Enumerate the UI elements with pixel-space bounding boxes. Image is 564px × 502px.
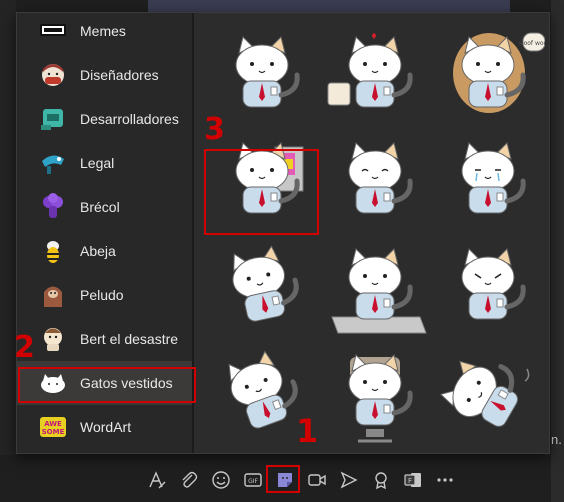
praise-icon[interactable] xyxy=(370,469,392,491)
annotation-box-category xyxy=(18,367,196,403)
svg-text:GIF: GIF xyxy=(248,478,258,485)
forms-icon[interactable]: F xyxy=(402,469,424,491)
broccoli-sticker-icon xyxy=(39,193,67,221)
category-bert-el-desastre[interactable]: Bert el desastre xyxy=(17,317,192,361)
category-legal[interactable]: Legal xyxy=(17,141,192,185)
cat-on-keyboard-sticker[interactable] xyxy=(322,243,432,343)
cat-in-office-chair-sticker[interactable] xyxy=(322,349,432,449)
cat-angry-sticker[interactable] xyxy=(435,243,545,343)
more-icon[interactable] xyxy=(434,469,456,491)
truncated-message-text: n. xyxy=(551,432,562,447)
meet-now-icon[interactable] xyxy=(306,469,328,491)
conversation-background-top xyxy=(148,0,510,12)
cat-in-dog-costume-sticker[interactable]: woof woof xyxy=(435,31,549,131)
furry-sticker-icon xyxy=(39,281,67,309)
conversation-background-left xyxy=(0,0,16,455)
annotation-number-one: 1 xyxy=(296,412,319,450)
cat-in-shirt-sticker[interactable] xyxy=(209,31,319,131)
legal-sticker-icon xyxy=(39,149,67,177)
category-label: Diseñadores xyxy=(80,67,159,83)
annotation-number-two: 2 xyxy=(14,330,35,365)
annotation-box-sticker xyxy=(204,149,319,235)
cat-laughing-sticker[interactable] xyxy=(322,137,432,237)
category-label: Legal xyxy=(80,155,115,171)
cat-jumping-sticker[interactable] xyxy=(209,243,319,343)
attach-icon[interactable] xyxy=(178,469,200,491)
category-brecol[interactable]: Brécol xyxy=(17,185,192,229)
svg-text:F: F xyxy=(408,477,412,485)
cat-with-coffee-sticker[interactable] xyxy=(322,31,432,131)
svg-text:woof woof: woof woof xyxy=(519,40,545,47)
memes-sticker-icon xyxy=(39,17,67,45)
schedule-icon[interactable] xyxy=(338,469,360,491)
category-desarrolladores[interactable]: Desarrolladores xyxy=(17,97,192,141)
svg-text:AWE: AWE xyxy=(44,420,62,428)
cat-fallen-over-sticker[interactable] xyxy=(435,349,545,449)
category-label: Brécol xyxy=(80,199,120,215)
category-disenadores[interactable]: Diseñadores xyxy=(17,53,192,97)
category-peludo[interactable]: Peludo xyxy=(17,273,192,317)
annotation-box-sticker-button xyxy=(266,465,300,493)
format-icon[interactable] xyxy=(146,469,168,491)
category-memes[interactable]: Memes xyxy=(17,13,192,53)
bee-sticker-icon xyxy=(39,237,67,265)
cat-crying-sticker[interactable] xyxy=(435,137,545,237)
category-wordart[interactable]: AWE SOME WordArt xyxy=(17,405,192,449)
annotation-number-three: 3 xyxy=(204,112,225,147)
category-label: Peludo xyxy=(80,287,124,303)
category-label: Abeja xyxy=(80,243,116,259)
bert-sticker-icon xyxy=(39,325,67,353)
conversation-background-right: n. xyxy=(551,0,564,502)
emoji-icon[interactable] xyxy=(210,469,232,491)
category-abeja[interactable]: Abeja xyxy=(17,229,192,273)
svg-text:SOME: SOME xyxy=(42,428,65,436)
gif-icon[interactable]: GIF xyxy=(242,469,264,491)
category-label: Bert el desastre xyxy=(80,331,179,347)
category-label: WordArt xyxy=(80,419,132,435)
category-label: Desarrolladores xyxy=(80,111,179,127)
designer-sticker-icon xyxy=(39,61,67,89)
developer-sticker-icon xyxy=(39,105,67,133)
wordart-sticker-icon: AWE SOME xyxy=(39,413,67,441)
category-label: Memes xyxy=(80,23,126,39)
